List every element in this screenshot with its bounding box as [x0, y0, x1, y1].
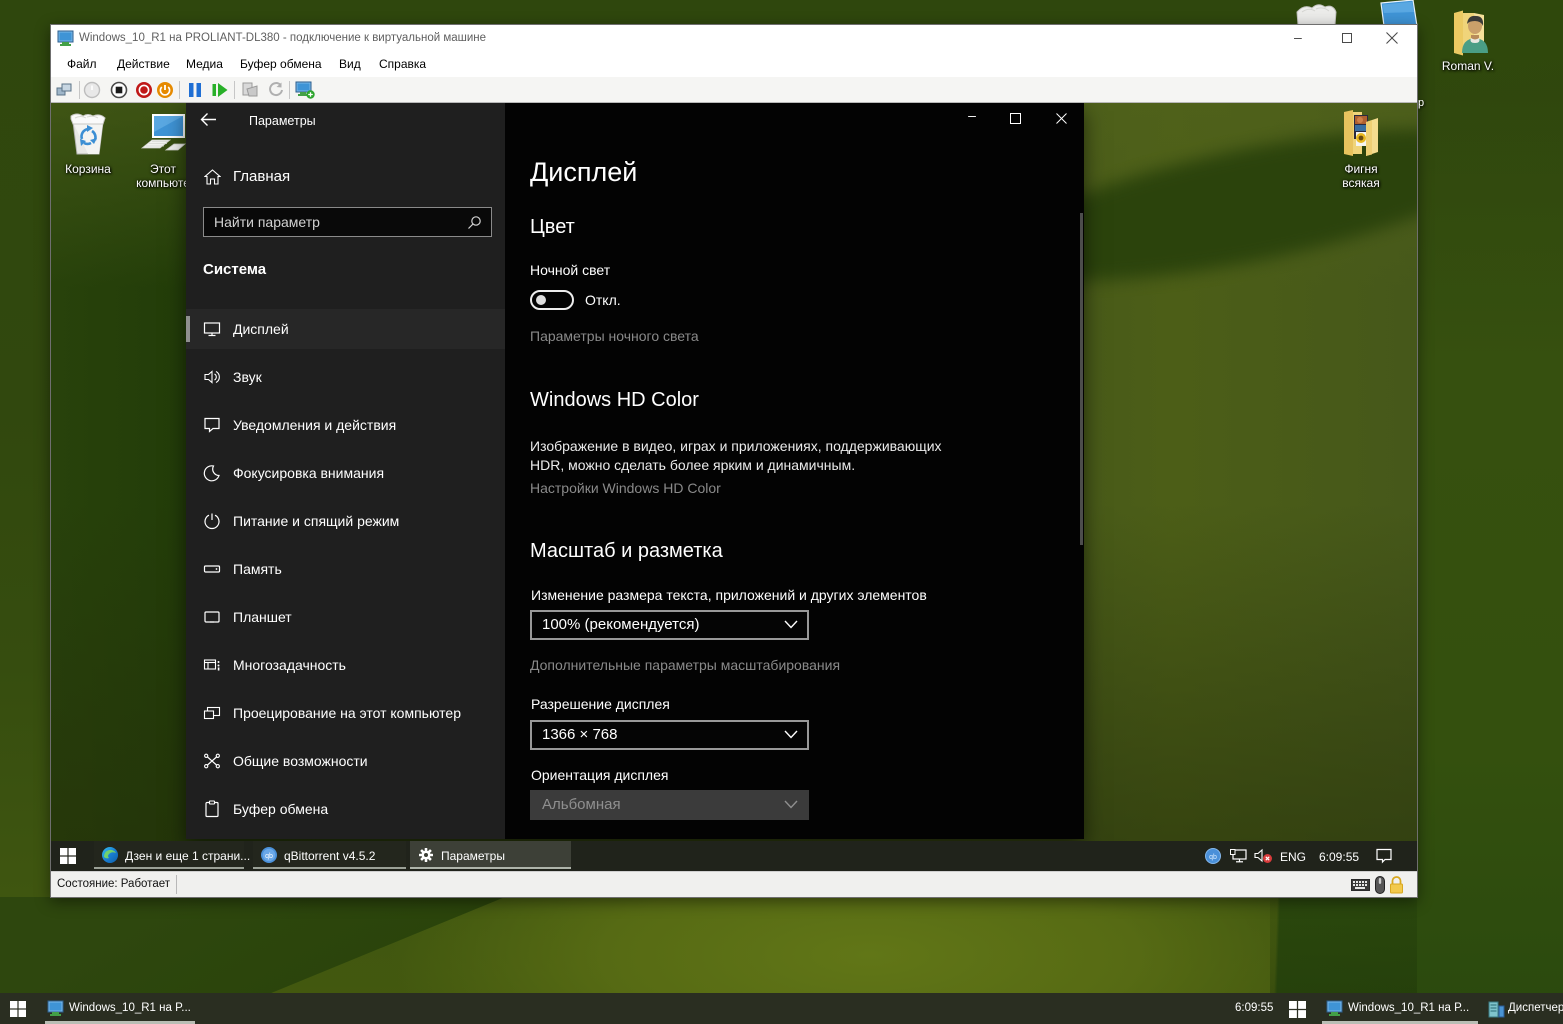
svg-text:qb: qb: [265, 853, 273, 860]
svg-text:qb: qb: [1209, 854, 1217, 861]
